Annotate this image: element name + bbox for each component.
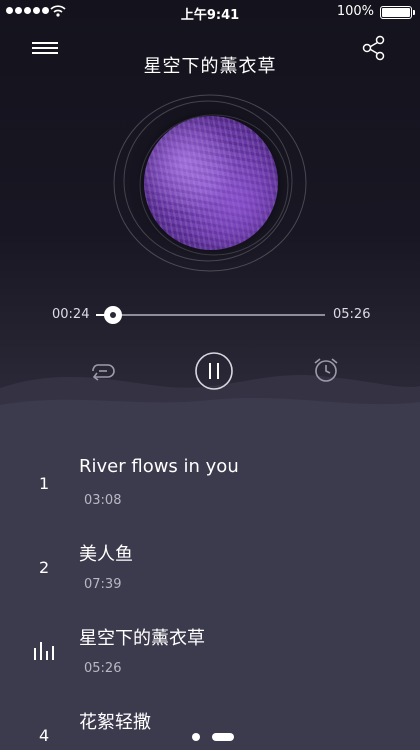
- track-duration: 03:08: [84, 493, 122, 508]
- track-duration: 05:26: [84, 661, 122, 676]
- track-number: 1: [39, 474, 50, 493]
- track-duration: 07:39: [84, 577, 122, 592]
- alarm-clock-icon[interactable]: [311, 355, 341, 385]
- now-playing-equalizer-icon: [34, 642, 54, 660]
- track-name: 星空下的薰衣草: [79, 628, 205, 649]
- track-number: 2: [39, 558, 50, 577]
- battery-icon: [380, 6, 415, 19]
- playlist-item[interactable]: 4 花絮轻撒: [0, 692, 420, 750]
- pause-icon[interactable]: [194, 351, 234, 391]
- page-indicator-dot-active[interactable]: [212, 733, 234, 741]
- battery-percentage: 100%: [336, 4, 374, 19]
- track-number: 4: [39, 726, 50, 745]
- progress-bar[interactable]: [96, 306, 325, 324]
- elapsed-time: 00:24: [52, 307, 90, 322]
- total-time: 05:26: [333, 307, 371, 322]
- playlist-item[interactable]: 1 River flows in you 03:08: [0, 440, 420, 524]
- now-playing-title: 星空下的薰衣草: [143, 56, 277, 77]
- repeat-icon[interactable]: [88, 356, 118, 386]
- track-name: 花絮轻撒: [79, 712, 151, 733]
- playlist-item-playing[interactable]: 星空下的薰衣草 05:26: [0, 608, 420, 692]
- playlist-item[interactable]: 2 美人鱼 07:39: [0, 524, 420, 608]
- page-indicator-dot[interactable]: [192, 733, 200, 741]
- track-name: River flows in you: [79, 456, 239, 477]
- track-name: 美人鱼: [79, 544, 133, 565]
- album-art: [144, 116, 278, 250]
- status-bar: 上午9:41 100%: [0, 0, 420, 24]
